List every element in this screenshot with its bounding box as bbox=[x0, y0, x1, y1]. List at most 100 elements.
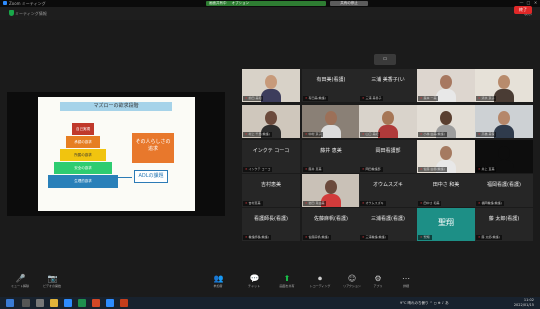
close-button[interactable]: ✕ bbox=[533, 1, 538, 5]
system-tray[interactable]: 9°C 晴れのち曇り ^ ◻ ⊕ ♪ あ bbox=[400, 297, 449, 309]
toolbar-label: 詳細 bbox=[402, 284, 409, 288]
participant-face bbox=[440, 146, 452, 160]
participant-tile[interactable]: ✕高橋 美保 bbox=[475, 105, 533, 138]
participant-label-text: オウムスズキ bbox=[365, 201, 384, 205]
participant-label: ✕村上 千里(看護) bbox=[243, 132, 272, 137]
reactions-button[interactable]: ☺ リアクション bbox=[340, 275, 364, 294]
participant-label-text: 岡田看護部 bbox=[365, 167, 381, 171]
participant-face bbox=[498, 111, 510, 125]
muted-mic-icon: ✕ bbox=[245, 132, 248, 136]
muted-mic-icon: ✕ bbox=[245, 201, 248, 205]
muted-mic-icon: ✕ bbox=[420, 96, 423, 100]
participant-label: ✕森本 一美 bbox=[418, 96, 439, 101]
participant-tile[interactable]: 聖翔 ✕聖翔 bbox=[417, 208, 475, 241]
participant-tile[interactable]: 三浦 美香子(い ✕三浦 美香子 bbox=[359, 69, 417, 102]
callout-main: その人らしさの 追求 bbox=[132, 133, 174, 163]
participant-tile[interactable]: オウムスズキ ✕オウムスズキ bbox=[359, 174, 417, 207]
participants-button[interactable]: 👥 参加者 bbox=[206, 275, 230, 294]
participant-tile[interactable]: ✕村上 千里(看護) bbox=[242, 105, 300, 138]
shield-icon[interactable] bbox=[9, 10, 14, 16]
participant-tile[interactable]: ✕中村 京子 bbox=[302, 105, 360, 138]
participant-name: 聖翔 bbox=[438, 218, 454, 227]
taskbar-clock[interactable]: 11:02 2022/01/15 bbox=[514, 298, 534, 308]
participant-tile[interactable]: ✕森本 一美 bbox=[417, 69, 475, 102]
stop-share-button[interactable]: 共有の停止 bbox=[330, 1, 368, 6]
unmute-button[interactable]: 🎤 ミュート解除 bbox=[8, 275, 32, 294]
participant-tile[interactable]: インクテ コーコ ✕インクテ コーコ bbox=[242, 140, 300, 173]
participant-tile[interactable]: 佐藤麻帆(看護) ✕佐藤麻帆(看護) bbox=[302, 208, 360, 241]
participant-name: 藤井 恵美 bbox=[320, 148, 342, 154]
more-button[interactable]: ⋯ 詳細 bbox=[394, 275, 418, 294]
maximize-button[interactable]: □ bbox=[526, 1, 531, 5]
participant-tile[interactable]: 有田美(看護) ✕有田美(看護) bbox=[302, 69, 360, 102]
meeting-info[interactable]: ミーティング情報 bbox=[15, 9, 47, 18]
participant-tile[interactable]: ✕前田 美和 bbox=[242, 69, 300, 102]
participant-video bbox=[436, 89, 456, 102]
pyramid-level: 自己実現 bbox=[72, 123, 94, 135]
app-icon[interactable] bbox=[92, 299, 100, 307]
task-view-icon[interactable] bbox=[36, 299, 44, 307]
browser-icon[interactable] bbox=[64, 299, 72, 307]
participant-tile[interactable]: ✕岩田 真由美 bbox=[302, 174, 360, 207]
participant-face bbox=[325, 180, 337, 194]
participant-label: ✕有田美(看護) bbox=[303, 96, 328, 101]
search-icon[interactable] bbox=[22, 299, 30, 307]
muted-mic-icon: ✕ bbox=[420, 201, 423, 205]
muted-mic-icon: ✕ bbox=[362, 235, 365, 239]
pyramid-level: 生理的欲求 bbox=[48, 175, 118, 188]
participant-name: 三浦 美香子(い bbox=[371, 77, 405, 83]
participant-video bbox=[494, 160, 514, 173]
window-title: Zoom ミーティング bbox=[9, 1, 46, 6]
participant-tile[interactable]: 藤井 恵美 ✕藤井 恵美 bbox=[302, 140, 360, 173]
participant-label-text: 高橋 美保 bbox=[481, 132, 495, 136]
participant-tile[interactable]: 吉村恵美 ✕吉村恵美 bbox=[242, 174, 300, 207]
participant-face bbox=[440, 75, 452, 89]
share-screen-button[interactable]: ⬆ 画面を共有 bbox=[275, 275, 299, 294]
participant-tile[interactable]: 看護師長(看護) ✕看護師長(看護) bbox=[242, 208, 300, 241]
participant-tile[interactable]: 岡田看護部 ✕岡田看護部 bbox=[359, 140, 417, 173]
share-options-link[interactable]: オプション bbox=[232, 1, 250, 5]
participant-label-text: 三浦 美香子 bbox=[365, 96, 382, 100]
participant-label-text: 森本 一美 bbox=[423, 96, 437, 100]
participant-tile[interactable]: ✕小林 由美(看護) bbox=[417, 105, 475, 138]
participant-label-text: 藤井 恵美 bbox=[308, 167, 322, 171]
app-icon[interactable] bbox=[78, 299, 86, 307]
participants-icon: 👥 bbox=[213, 274, 224, 283]
participant-label: ✕福岡看護(看護) bbox=[476, 201, 504, 206]
windows-start-icon[interactable] bbox=[6, 299, 14, 307]
slide-title: マズローの欲求段階 bbox=[60, 102, 172, 111]
toolbar-label: リアクション bbox=[343, 284, 361, 288]
participant-tile[interactable]: 三浦看護(看護) ✕三浦看護(看護) bbox=[359, 208, 417, 241]
file-explorer-icon[interactable] bbox=[50, 299, 58, 307]
participant-tile[interactable]: 福岡看護(看護) ✕福岡看護(看護) bbox=[475, 174, 533, 207]
gallery-view-toggle[interactable]: ▭ bbox=[374, 54, 396, 65]
muted-mic-icon: ✕ bbox=[478, 201, 481, 205]
participant-tile[interactable]: ✕佐藤 由香(看護) bbox=[417, 140, 475, 173]
participant-tile[interactable]: ✕山口 美紀 bbox=[359, 105, 417, 138]
participant-tile[interactable]: ✕清水 京子 bbox=[475, 69, 533, 102]
meeting-top-bar: ミーティング情報 表示 bbox=[0, 7, 540, 20]
participant-name: 福岡看護(看護) bbox=[487, 182, 521, 188]
participant-name: オウムスズキ bbox=[372, 182, 403, 188]
participant-tile[interactable]: 田中さ 和美 ✕田中さ 和美 bbox=[417, 174, 475, 207]
end-meeting-button[interactable]: 終了 bbox=[514, 6, 532, 14]
participant-name: 田中さ 和美 bbox=[432, 182, 460, 188]
toolbar-label: アプリ bbox=[373, 284, 383, 288]
participant-tile[interactable]: ✕井上 直美 bbox=[475, 140, 533, 173]
participant-label-text: 村上 千里(看護) bbox=[248, 132, 270, 136]
app-icon[interactable] bbox=[120, 299, 128, 307]
clock-date: 2022/01/15 bbox=[513, 303, 534, 307]
participant-tile[interactable]: 藤 太郎(看護) ✕藤 太郎(看護) bbox=[475, 208, 533, 241]
participant-label-text: 前田 美和 bbox=[248, 96, 262, 100]
start-video-button[interactable]: 📷 ビデオの開始 bbox=[40, 275, 64, 294]
participant-label-text: 三浦看護(看護) bbox=[365, 235, 386, 239]
participant-label: ✕前田 美和 bbox=[243, 96, 264, 101]
muted-mic-icon: ✕ bbox=[305, 235, 308, 239]
zoom-taskbar-icon[interactable] bbox=[106, 299, 114, 307]
apps-button[interactable]: ⚙ アプリ bbox=[366, 275, 390, 294]
chat-button[interactable]: 💬 チャット bbox=[242, 275, 266, 294]
record-button[interactable]: ⏺ レコーディング bbox=[308, 275, 332, 294]
participant-name: インクテ コーコ bbox=[252, 148, 290, 154]
participant-label: ✕三浦 美香子 bbox=[360, 96, 384, 101]
minimize-button[interactable]: — bbox=[519, 1, 524, 5]
